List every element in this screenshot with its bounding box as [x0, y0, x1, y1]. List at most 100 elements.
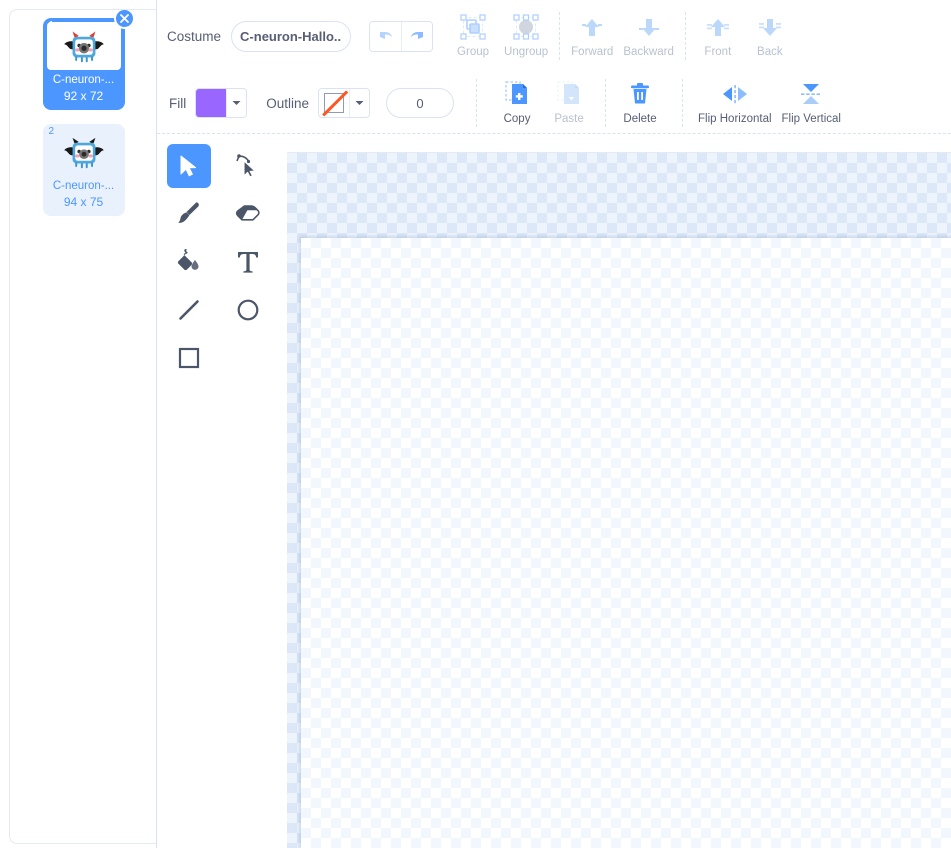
- toolbar-divider-5: [682, 79, 684, 127]
- toolbar-bottom-divider: [157, 133, 951, 134]
- flip-horizontal-label: Flip Horizontal: [698, 113, 772, 125]
- toolbar-divider-3: [476, 79, 478, 127]
- back-label: Back: [757, 46, 783, 58]
- tool-palette: [159, 142, 281, 382]
- costume-name-label: Costume: [167, 28, 222, 44]
- backward-button[interactable]: Backward: [618, 13, 679, 59]
- costume-thumbnail-image: [63, 137, 104, 169]
- ungroup-label: Ungroup: [504, 46, 549, 58]
- fill-tool[interactable]: [167, 240, 211, 284]
- costume-item-size: 92 x 72: [63, 89, 104, 103]
- close-icon: [119, 14, 129, 23]
- rectangle-icon: [178, 347, 199, 369]
- chevron-down-icon: [232, 101, 241, 105]
- undo-redo-group: [369, 20, 434, 52]
- text-tool[interactable]: [226, 240, 270, 284]
- paint-bucket-icon: [177, 249, 198, 271]
- chevron-down-icon: [355, 101, 364, 105]
- costume-thumbnail: [46, 22, 121, 70]
- back-button[interactable]: Back: [744, 13, 796, 59]
- brush-tool[interactable]: [167, 192, 211, 236]
- costume-item-2[interactable]: 2 C-neuron-... 94 x 75: [42, 124, 125, 216]
- fill-label: Fill: [169, 95, 187, 111]
- reshape-node-icon: [235, 154, 256, 178]
- outline-label: Outline: [266, 95, 310, 111]
- costume-list: 1 C-neuron-... 92 x 72 2 C-neuron-... 94…: [10, 10, 156, 230]
- arrow-up-lines-icon: [706, 13, 730, 41]
- forward-label: Forward: [571, 46, 614, 58]
- backward-label: Backward: [623, 46, 674, 58]
- eraser-icon: [235, 205, 260, 221]
- outline-dropdown-arrow[interactable]: [349, 89, 370, 117]
- outline-color-picker[interactable]: [318, 88, 371, 118]
- undo-arrow-icon: [380, 32, 393, 39]
- arrow-up-icon: [580, 13, 604, 41]
- copy-label: Copy: [503, 113, 531, 125]
- paint-editor: Costume C-neuron-Hallo... Group Ungroup …: [157, 0, 951, 848]
- flip-horizontal-button[interactable]: Flip Horizontal: [693, 80, 777, 126]
- redo-arrow-icon: [410, 32, 423, 39]
- line-tool[interactable]: [167, 288, 211, 332]
- front-button[interactable]: Front: [692, 13, 744, 59]
- group-icon: [460, 13, 486, 41]
- costume-item-index: 2: [48, 126, 55, 137]
- costume-item-1[interactable]: 1 C-neuron-... 92 x 72: [42, 10, 135, 110]
- delete-label: Delete: [623, 113, 657, 125]
- cursor-arrow-icon: [180, 155, 197, 177]
- flip-vertical-icon: [799, 80, 823, 108]
- arrow-down-icon: [637, 13, 661, 41]
- toolbar-row-top: Costume C-neuron-Hallo... Group Ungroup …: [157, 0, 951, 72]
- line-icon: [178, 300, 199, 320]
- undo-button[interactable]: [370, 21, 402, 51]
- paint-canvas-area[interactable]: [287, 152, 951, 848]
- circle-icon: [237, 299, 258, 321]
- paste-button[interactable]: Paste: [543, 80, 595, 126]
- paste-label: Paste: [554, 113, 584, 125]
- canvas-paper[interactable]: [301, 238, 951, 848]
- costume-thumbnail-image: [63, 31, 104, 63]
- costume-item-name: C-neuron-...: [52, 180, 115, 192]
- toolbar-divider-2: [684, 12, 686, 60]
- delete-costume-button[interactable]: [113, 10, 135, 29]
- costume-selector-column: 1 C-neuron-... 92 x 72 2 C-neuron-... 94…: [0, 0, 157, 848]
- text-t-icon: [237, 252, 258, 273]
- costume-name-input[interactable]: [231, 20, 352, 52]
- reshape-tool[interactable]: [226, 144, 270, 188]
- outline-color-swatch[interactable]: [319, 89, 350, 117]
- fill-dropdown-arrow[interactable]: [226, 89, 247, 117]
- ungroup-button[interactable]: Ungroup: [499, 13, 553, 59]
- flip-vertical-button[interactable]: Flip Vertical: [777, 80, 846, 126]
- group-button[interactable]: Group: [447, 13, 499, 59]
- copy-button[interactable]: Copy: [491, 80, 543, 126]
- costume-thumbnail: [47, 128, 121, 176]
- toolbar-divider-4: [605, 79, 607, 127]
- paintbrush-icon: [177, 202, 199, 223]
- delete-button[interactable]: Delete: [614, 80, 666, 126]
- flip-vertical-label: Flip Vertical: [781, 113, 841, 125]
- costume-item-name: C-neuron-...: [52, 74, 115, 86]
- group-label: Group: [457, 46, 490, 58]
- circle-tool[interactable]: [226, 288, 270, 332]
- fill-color-picker[interactable]: [195, 88, 248, 118]
- tool-grid: [159, 142, 281, 382]
- forward-button[interactable]: Forward: [566, 13, 618, 59]
- costume-item-index: 1: [48, 20, 55, 31]
- select-tool[interactable]: [166, 144, 211, 188]
- eraser-tool[interactable]: [226, 192, 270, 236]
- paint-toolbar: Costume C-neuron-Hallo... Group Ungroup …: [157, 0, 951, 134]
- paste-icon: [557, 80, 581, 108]
- stroke-width-input[interactable]: [386, 88, 455, 118]
- redo-button[interactable]: [401, 21, 433, 51]
- front-label: Front: [704, 46, 732, 58]
- costume-selector-panel: 1 C-neuron-... 92 x 72 2 C-neuron-... 94…: [9, 9, 156, 844]
- flip-horizontal-icon: [721, 80, 749, 108]
- trash-icon: [629, 80, 651, 108]
- fill-color-swatch[interactable]: [196, 89, 227, 117]
- arrow-down-lines-icon: [758, 13, 782, 41]
- copy-icon: [505, 80, 529, 108]
- rectangle-tool[interactable]: [167, 336, 211, 380]
- toolbar-row-bottom: Fill Outline 0 Copy Paste Delete Flip Ho…: [157, 72, 951, 134]
- costume-item-size: 94 x 75: [63, 195, 104, 209]
- ungroup-icon: [513, 13, 539, 41]
- paint-editor-root: 1 C-neuron-... 92 x 72 2 C-neuron-... 94…: [0, 0, 951, 848]
